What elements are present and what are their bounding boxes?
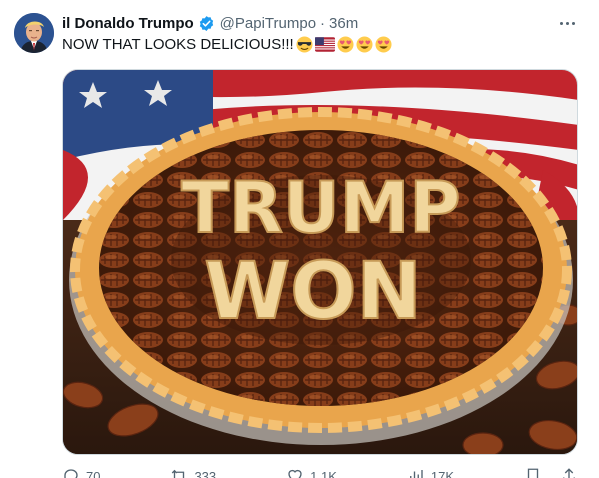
repost-count: 333 <box>194 468 217 478</box>
heart-icon <box>288 469 302 478</box>
tweet-media-image[interactable]: TRUMP WON <box>62 69 578 455</box>
repost-button[interactable]: 333 <box>170 467 216 478</box>
reply-button[interactable]: 70 <box>62 467 100 478</box>
views-icon <box>409 470 423 478</box>
action-bar: 70 333 1.1K 17K <box>62 467 578 478</box>
verified-badge-icon[interactable] <box>198 15 215 32</box>
heart-eyes-emoji-icon <box>356 36 373 53</box>
tweet-header: il Donaldo Trumpo @PapiTrumpo · 36m <box>62 12 358 34</box>
reply-count: 70 <box>86 468 101 478</box>
reply-icon <box>64 469 78 478</box>
timestamp[interactable]: 36m <box>329 15 358 32</box>
secondary-actions <box>524 467 578 478</box>
display-name[interactable]: il Donaldo Trumpo <box>62 15 194 32</box>
sunglasses-emoji-icon <box>296 36 313 53</box>
like-count: 1.1K <box>310 468 337 478</box>
views-button[interactable]: 17K <box>407 467 454 478</box>
tweet-text: NOW THAT LOOKS DELICIOUS!!! <box>62 36 392 53</box>
bookmark-icon[interactable] <box>524 467 542 478</box>
pie-text-line1: TRUMP <box>181 167 460 249</box>
like-button[interactable]: 1.1K <box>286 467 337 478</box>
avatar-image <box>14 13 54 53</box>
heart-eyes-emoji-icon <box>337 36 354 53</box>
tweet-body: NOW THAT LOOKS DELICIOUS!!! <box>62 36 294 53</box>
user-handle[interactable]: @PapiTrumpo <box>220 15 316 32</box>
pie-text-line2: WON <box>204 247 422 337</box>
avatar[interactable] <box>14 13 54 53</box>
more-options-icon[interactable] <box>555 12 579 34</box>
separator-dot: · <box>320 14 326 32</box>
us-flag-emoji-icon <box>314 37 335 52</box>
repost-icon <box>172 469 185 478</box>
share-icon[interactable] <box>560 467 578 478</box>
pecan-pie-image: TRUMP WON <box>63 70 577 454</box>
view-count: 17K <box>430 468 455 478</box>
heart-eyes-emoji-icon <box>375 36 392 53</box>
